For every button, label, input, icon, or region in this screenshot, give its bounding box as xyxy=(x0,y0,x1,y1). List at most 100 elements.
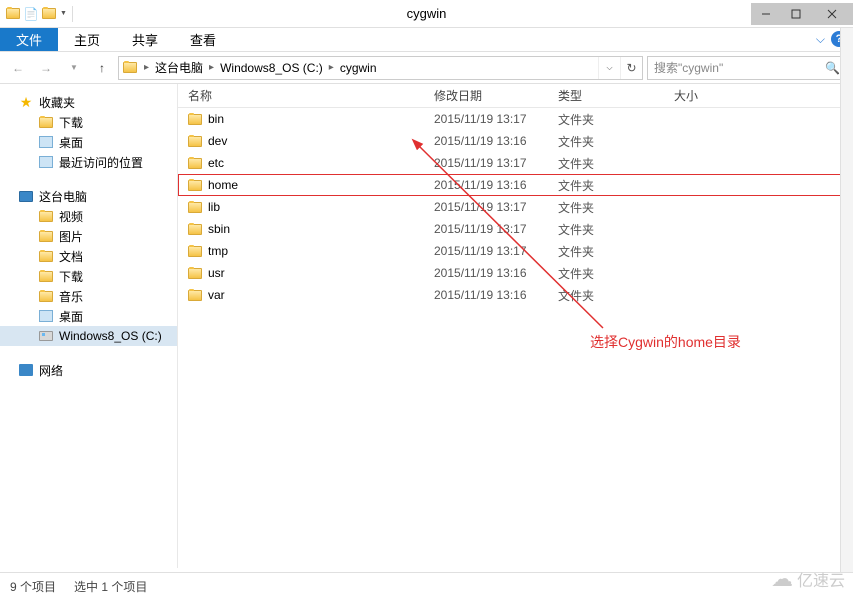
crumb-sep-icon[interactable]: ▸ xyxy=(326,62,337,73)
cloud-icon: ☁ xyxy=(771,566,793,592)
sidebar-item-desktop[interactable]: 桌面 xyxy=(0,132,177,152)
sidebar-item-label: 最近访问的位置 xyxy=(59,154,143,171)
sidebar-item-documents[interactable]: 文档 xyxy=(0,246,177,266)
address-bar[interactable]: ▸ 这台电脑 ▸ Windows8_OS (C:) ▸ cygwin ⌵ ↻ xyxy=(118,56,643,80)
ribbon-tab-share[interactable]: 共享 xyxy=(116,28,174,51)
folder-icon xyxy=(188,224,202,235)
column-headers: 名称 修改日期 类型 大小 xyxy=(178,84,853,108)
sidebar-item-recent[interactable]: 最近访问的位置 xyxy=(0,152,177,172)
sidebar-item-label: 视频 xyxy=(59,208,83,225)
sidebar-item-label: 文档 xyxy=(59,248,83,265)
file-name: usr xyxy=(208,266,225,280)
sidebar-item-downloads2[interactable]: 下载 xyxy=(0,266,177,286)
file-type: 文件夹 xyxy=(558,243,674,260)
file-name: sbin xyxy=(208,222,230,236)
folder-icon xyxy=(38,208,54,224)
folder-icon xyxy=(188,114,202,125)
sidebar-item-label: 这台电脑 xyxy=(39,188,87,205)
file-date: 2015/11/19 13:17 xyxy=(434,222,558,236)
address-dropdown-icon[interactable]: ⌵ xyxy=(598,57,620,79)
breadcrumb-item[interactable]: Windows8_OS (C:) xyxy=(217,61,326,75)
ribbon-expand-icon[interactable]: ⌵ xyxy=(816,32,825,47)
column-name[interactable]: 名称 xyxy=(178,87,434,104)
sidebar-item-downloads[interactable]: 下载 xyxy=(0,112,177,132)
qat-properties-icon[interactable]: 📄 xyxy=(23,6,39,22)
ribbon: 文件 主页 共享 查看 ⌵ ? xyxy=(0,28,853,52)
ribbon-tab-home[interactable]: 主页 xyxy=(58,28,116,51)
nav-forward-button[interactable]: → xyxy=(34,56,58,80)
table-row[interactable]: tmp2015/11/19 13:17文件夹 xyxy=(178,240,853,262)
column-date[interactable]: 修改日期 xyxy=(434,87,558,104)
nav-up-button[interactable]: ↑ xyxy=(90,56,114,80)
table-row[interactable]: bin 2015/11/19 13:17文件夹 xyxy=(178,108,853,130)
file-type: 文件夹 xyxy=(558,265,674,282)
folder-icon xyxy=(188,202,202,213)
table-row[interactable]: sbin2015/11/19 13:17文件夹 xyxy=(178,218,853,240)
window-folder-icon xyxy=(5,6,21,22)
status-selected-count: 选中 1 个项目 xyxy=(74,578,147,595)
sidebar-item-label: 音乐 xyxy=(59,288,83,305)
qat-dropdown-icon[interactable]: ▼ xyxy=(60,10,67,17)
file-date: 2015/11/19 13:16 xyxy=(434,288,558,302)
breadcrumb-item[interactable]: cygwin xyxy=(337,61,380,75)
crumb-sep-icon[interactable]: ▸ xyxy=(141,62,152,73)
file-name: lib xyxy=(208,200,220,214)
sidebar-item-label: 桌面 xyxy=(59,308,83,325)
sidebar-item-drive-c[interactable]: Windows8_OS (C:) xyxy=(0,326,177,346)
sidebar-item-videos[interactable]: 视频 xyxy=(0,206,177,226)
file-type: 文件夹 xyxy=(558,133,674,150)
drive-icon xyxy=(38,328,54,344)
folder-icon xyxy=(38,248,54,264)
nav-back-button[interactable]: ← xyxy=(6,56,30,80)
nav-recent-dropdown[interactable]: ▼ xyxy=(62,56,86,80)
file-name: bin xyxy=(208,112,224,126)
status-bar: 9 个项目 选中 1 个项目 xyxy=(0,572,853,600)
sidebar-item-label: 网络 xyxy=(39,362,63,379)
sidebar-thispc[interactable]: 这台电脑 xyxy=(0,186,177,206)
folder-icon xyxy=(188,290,202,301)
title-bar: 📄 ▼ cygwin xyxy=(0,0,853,28)
file-date: 2015/11/19 13:16 xyxy=(434,178,558,192)
crumb-sep-icon[interactable]: ▸ xyxy=(206,62,217,73)
sidebar-item-music[interactable]: 音乐 xyxy=(0,286,177,306)
column-type[interactable]: 类型 xyxy=(558,87,674,104)
search-input[interactable]: 搜索"cygwin" 🔍 xyxy=(647,56,847,80)
file-type: 文件夹 xyxy=(558,177,674,194)
minimize-button[interactable] xyxy=(751,3,781,25)
folder-icon xyxy=(38,228,54,244)
search-placeholder: 搜索"cygwin" xyxy=(654,59,723,76)
file-tab[interactable]: 文件 xyxy=(0,28,58,51)
qat-newfolder-icon[interactable] xyxy=(41,6,57,22)
computer-icon xyxy=(18,188,34,204)
sidebar-item-pictures[interactable]: 图片 xyxy=(0,226,177,246)
file-date: 2015/11/19 13:16 xyxy=(434,266,558,280)
table-row[interactable]: home2015/11/19 13:16文件夹 xyxy=(178,174,853,196)
table-row[interactable]: etc2015/11/19 13:17文件夹 xyxy=(178,152,853,174)
sidebar-item-label: 图片 xyxy=(59,228,83,245)
star-icon: ★ xyxy=(18,94,34,110)
file-list: 名称 修改日期 类型 大小 bin2015/11/19 13:17文件夹dev2… xyxy=(178,84,853,568)
file-type: 文件夹 xyxy=(558,111,674,128)
network-icon xyxy=(18,362,34,378)
sidebar-item-label: Windows8_OS (C:) xyxy=(59,329,162,343)
column-size[interactable]: 大小 xyxy=(674,87,754,104)
annotation-text: 选择Cygwin的home目录 xyxy=(590,332,741,352)
maximize-button[interactable] xyxy=(781,3,811,25)
breadcrumb-item[interactable]: 这台电脑 xyxy=(152,59,206,76)
sidebar-item-label: 收藏夹 xyxy=(39,94,75,111)
desktop-icon xyxy=(38,308,54,324)
file-date: 2015/11/19 13:17 xyxy=(434,244,558,258)
sidebar-item-desktop2[interactable]: 桌面 xyxy=(0,306,177,326)
table-row[interactable]: usr 2015/11/19 13:16文件夹 xyxy=(178,262,853,284)
file-date: 2015/11/19 13:17 xyxy=(434,112,558,126)
window-title: cygwin xyxy=(407,6,447,21)
refresh-button[interactable]: ↻ xyxy=(620,57,642,79)
table-row[interactable]: var2015/11/19 13:16文件夹 xyxy=(178,284,853,306)
sidebar-favorites[interactable]: ★ 收藏夹 xyxy=(0,92,177,112)
ribbon-tab-view[interactable]: 查看 xyxy=(174,28,232,51)
sidebar-network[interactable]: 网络 xyxy=(0,360,177,380)
close-button[interactable] xyxy=(811,3,853,25)
recent-icon xyxy=(38,154,54,170)
table-row[interactable]: dev2015/11/19 13:16文件夹 xyxy=(178,130,853,152)
table-row[interactable]: lib2015/11/19 13:17文件夹 xyxy=(178,196,853,218)
